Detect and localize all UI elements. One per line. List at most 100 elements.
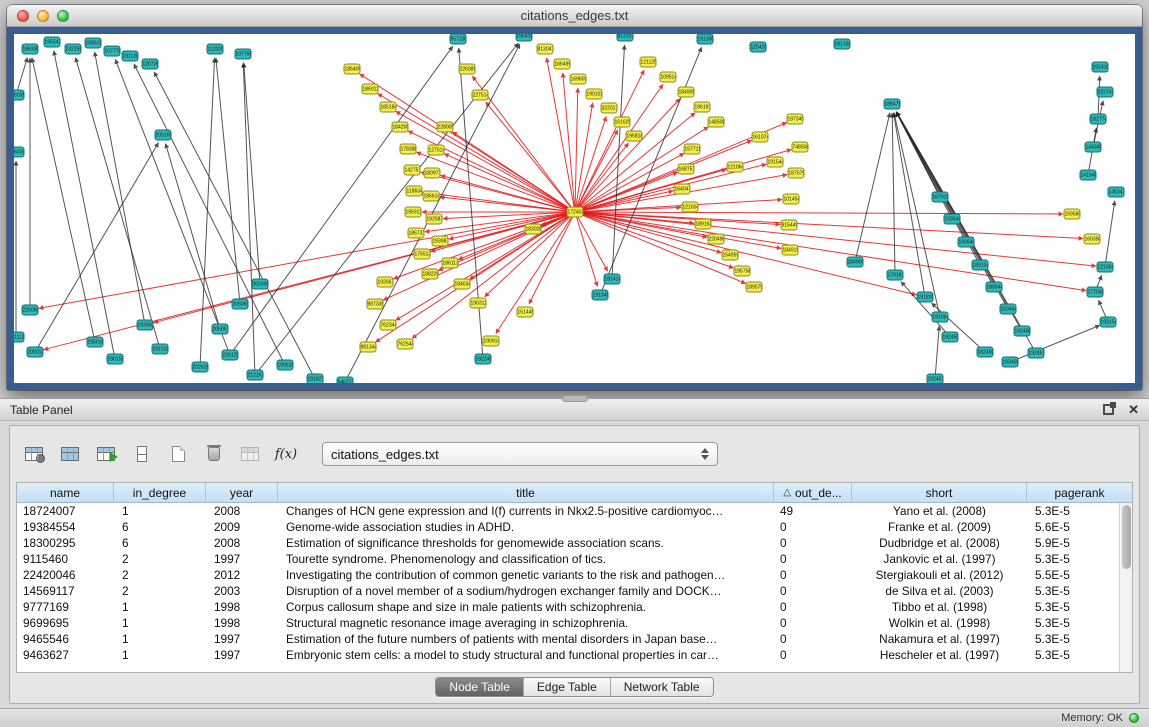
graph-node[interactable]: 1925874 [426,214,443,225]
graph-node[interactable]: 1901033 [586,89,603,100]
graph-node[interactable]: 1957584 [734,266,751,277]
table-scrollbar[interactable] [1119,503,1132,672]
graph-node[interactable]: 1909147 [483,336,500,347]
graph-node[interactable]: 1207395 [142,59,159,70]
graph-node[interactable]: 1849059 [678,87,695,98]
scrollbar-thumb[interactable] [1122,505,1131,569]
graph-node[interactable]: 1918107 [917,292,934,303]
column-header-short[interactable]: short [852,483,1027,502]
graph-node[interactable]: 1604642 [1000,304,1017,315]
graph-node[interactable]: 2322551 [65,44,82,55]
graph-node[interactable]: 2275141 [472,90,489,101]
graph-node[interactable]: 1453415 [1108,187,1125,198]
graph-node[interactable]: 1616251 [614,117,631,128]
graph-node[interactable]: 1849095 [847,257,864,268]
graph-node[interactable]: 1954104 [516,34,533,42]
graph-node[interactable]: 1514451 [517,307,534,318]
table-row[interactable]: 946554611997Estimation of the future num… [17,631,1119,647]
graph-node[interactable]: 1884794 [884,99,901,110]
column-header-year[interactable]: year [206,483,278,502]
graph-node[interactable]: 1210645 [1097,262,1114,273]
graph-node[interactable]: 1077567 [235,49,252,60]
graph-node[interactable]: 2280058 [437,122,454,133]
graph-node[interactable]: 1895751 [746,282,763,293]
graph-node[interactable]: 1846342 [454,279,471,290]
graph-node[interactable]: 1014542 [783,194,800,205]
splitter-handle[interactable] [562,395,588,402]
table-row[interactable]: 1830029562008Estimation of significance … [17,535,1119,551]
show-columns-button[interactable] [56,440,84,468]
graph-node[interactable]: 1186342 [406,186,423,197]
graph-node[interactable]: 1077780 [104,46,121,57]
graph-node[interactable]: 1926503 [137,320,154,331]
graph-node[interactable]: 7625444 [397,339,414,350]
float-panel-icon[interactable] [1103,404,1114,415]
tab-network-table[interactable]: Network Table [610,678,713,696]
import-table-button[interactable] [92,440,120,468]
merge-table-button[interactable] [236,440,264,468]
graph-node[interactable]: 2260503 [22,305,39,316]
table-combobox[interactable]: citations_edges.txt [322,442,718,466]
graph-node[interactable]: 8131074 [617,34,634,42]
graph-node[interactable]: 2026263 [192,362,209,373]
graph-node[interactable]: 1577117 [684,144,701,155]
graph-node[interactable]: 1254104 [750,42,767,53]
graph-node[interactable]: 1860350 [14,90,25,101]
column-header-title[interactable]: title [278,483,774,502]
graph-node[interactable]: 1216042 [682,202,699,213]
graph-node[interactable]: 2060350 [14,147,25,158]
graph-node[interactable]: 2060650 [232,299,249,310]
graph-node[interactable]: 1915320 [152,344,169,355]
table-row[interactable]: 1938455462009Genome-wide association stu… [17,519,1119,535]
graph-node[interactable]: 1783887 [400,144,417,155]
graph-node[interactable]: 1427512 [404,165,421,176]
minimize-window-button[interactable] [37,10,49,22]
graph-node[interactable]: 1095142 [660,72,677,83]
graph-node[interactable]: 1595803 [1064,209,1081,220]
graph-node[interactable]: 1882291 [422,269,439,280]
table-row[interactable]: 969969511998Structural magnetic resonanc… [17,615,1119,631]
graph-node[interactable]: 1875751 [788,168,805,179]
graph-node[interactable]: 1924519 [927,374,944,384]
graph-node[interactable]: 1913306 [697,34,714,45]
graph-node[interactable]: 1842004 [392,122,409,133]
function-builder-button[interactable]: f(x) [272,440,300,468]
graph-node[interactable]: 1914109 [1092,62,1109,73]
graph-node[interactable]: 1086153 [85,38,102,49]
graph-node[interactable]: 1918274 [307,374,324,384]
new-file-button[interactable] [164,440,192,468]
column-header-in-degree[interactable]: in_degree [114,483,206,502]
graph-node[interactable]: 1958182 [626,131,643,142]
graph-node[interactable]: 1549590 [722,250,739,261]
graph-node[interactable]: 1901553 [107,354,124,365]
graph-node[interactable]: 1890442 [986,282,1003,293]
graph-node[interactable]: 9154499 [781,220,798,231]
graph-node[interactable]: 7623448 [380,320,397,331]
graph-node[interactable]: 1935442 [944,214,961,225]
graph-node[interactable]: 1911120 [14,332,25,343]
table-row[interactable]: 2242004622012Investigating the contribut… [17,567,1119,583]
graph-node[interactable]: 1906103 [277,360,294,371]
graph-node[interactable]: 1664991 [554,59,571,70]
graph-node[interactable]: 1443453 [1085,142,1102,153]
graph-node[interactable]: 9873351 [367,299,384,310]
graph-node[interactable]: 1914145 [604,274,621,285]
network-canvas[interactable]: 1724034186405818601211851842184200417838… [14,34,1135,383]
graph-node[interactable]: 2122621 [247,370,264,381]
column-header-out-degree[interactable]: △ out_de... [774,483,852,502]
graph-node[interactable]: 1924512 [1028,348,1045,359]
graph-node[interactable]: 1827741 [1090,114,1107,125]
graph-node[interactable]: 1959120 [405,207,422,218]
close-panel-icon[interactable]: ✕ [1128,403,1139,416]
graph-node[interactable]: 2204907 [708,234,725,245]
window-titlebar[interactable]: citations_edges.txt [7,5,1142,27]
graph-node[interactable]: 1922450 [475,354,492,365]
graph-node[interactable]: 7485083 [792,142,809,153]
graph-node[interactable]: 1851842 [380,102,397,113]
graph-node[interactable]: 1891042 [972,260,989,271]
graph-node[interactable]: 2050135 [27,347,44,358]
graph-node[interactable]: 2260858 [459,64,476,75]
graph-node[interactable]: 1939871 [432,236,449,247]
table-row[interactable]: 911546021997Tourette syndrome. Phenomeno… [17,551,1119,567]
graph-node[interactable]: 1915451 [592,290,609,301]
